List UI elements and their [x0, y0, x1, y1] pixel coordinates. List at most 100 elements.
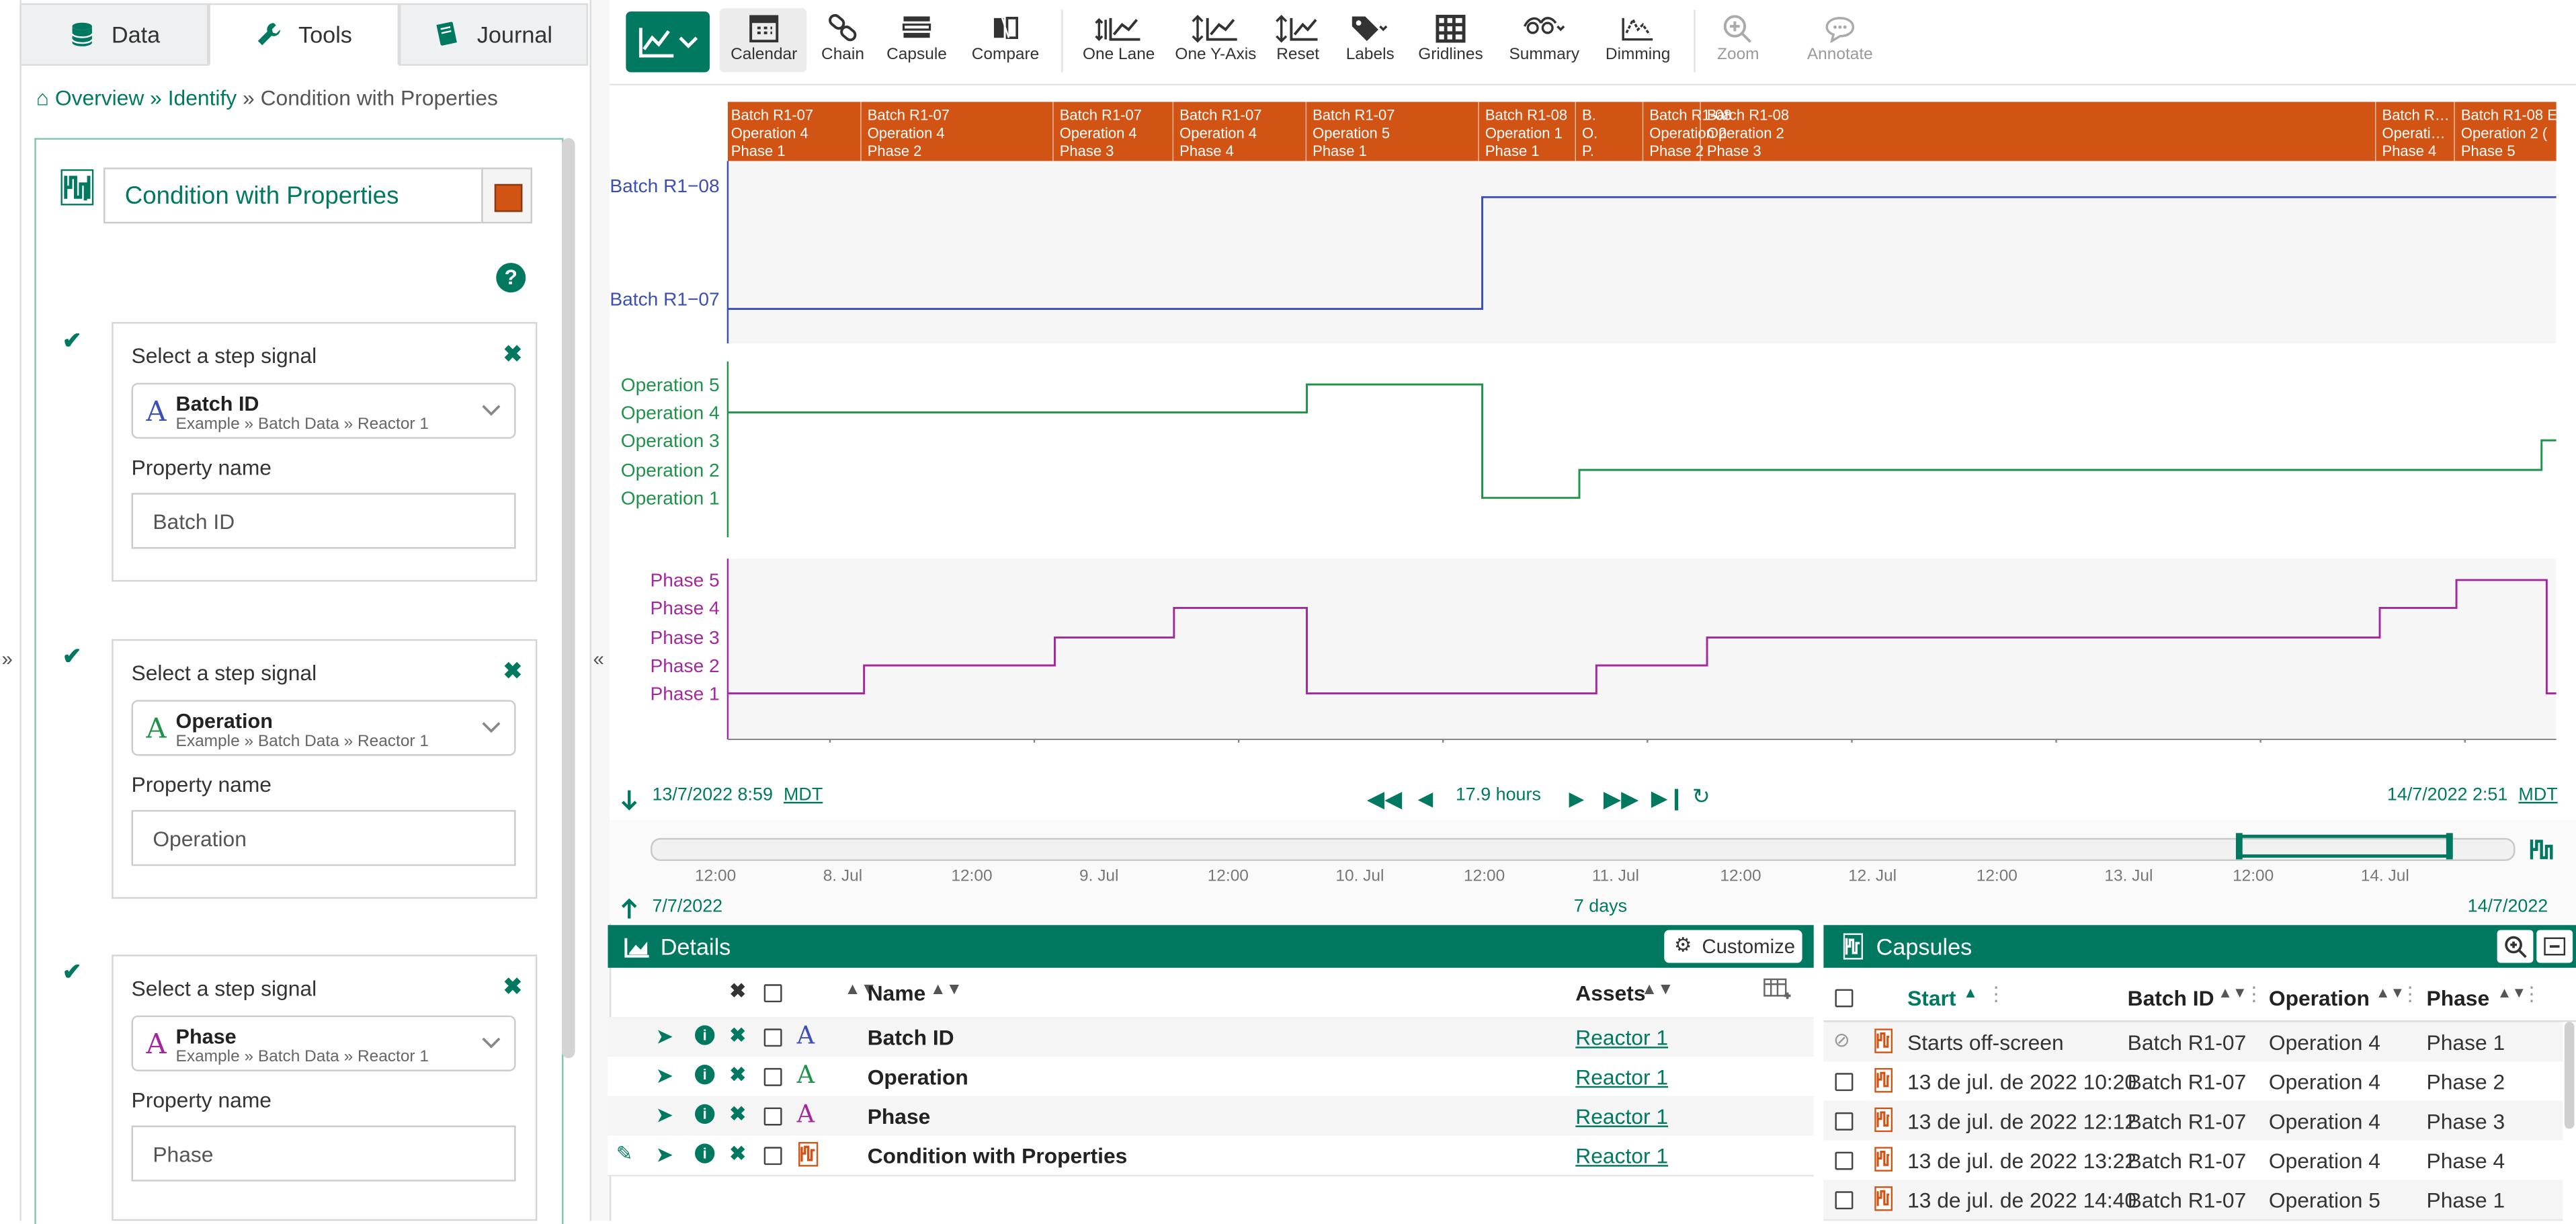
arrow-down-icon[interactable]: [620, 788, 639, 811]
capsule-lane-bg[interactable]: [727, 101, 2557, 161]
add-column-icon[interactable]: [1763, 977, 1792, 1000]
condition-icon[interactable]: [2528, 836, 2554, 862]
trend-chart[interactable]: Batch R1-07Operation 4Phase 1Batch R1-07…: [610, 85, 2576, 743]
tab-journal[interactable]: Journal: [399, 3, 589, 66]
zoom-to-capsules-button[interactable]: [2497, 930, 2534, 963]
name-column-header[interactable]: Name: [868, 981, 926, 1006]
rocket-icon[interactable]: ➤: [655, 1102, 673, 1129]
overview-handle-left[interactable]: [2235, 833, 2243, 860]
step2-remove-icon[interactable]: ✖: [503, 657, 523, 686]
display-duration[interactable]: 17.9 hours: [1456, 785, 1541, 805]
tool-name-input[interactable]: Condition with Properties: [103, 167, 483, 224]
asset-link[interactable]: Reactor 1: [1575, 1065, 1668, 1090]
asset-link[interactable]: Reactor 1: [1575, 1143, 1668, 1168]
capsule-row[interactable]: 13 de jul. de 2022 13:22 Batch R1-07 Opera…: [1823, 1140, 2563, 1182]
rocket-icon[interactable]: ➤: [655, 1024, 673, 1050]
column-menu-icon[interactable]: ⋮: [1986, 983, 2005, 1006]
summary-button[interactable]: Summary: [1505, 13, 1583, 64]
info-icon[interactable]: i: [695, 1065, 715, 1085]
investigate-range-start[interactable]: 7/7/2022: [652, 897, 722, 917]
step1-remove-icon[interactable]: ✖: [503, 340, 523, 368]
form-scrollbar[interactable]: [562, 138, 575, 1059]
remove-icon[interactable]: ✖: [729, 1102, 746, 1125]
row-checkbox[interactable]: [763, 1028, 782, 1047]
pencil-icon[interactable]: ✎: [616, 1142, 633, 1165]
info-icon[interactable]: i: [695, 1025, 715, 1045]
collapse-left-panel-handle[interactable]: »: [0, 0, 22, 1221]
select-all-checkbox[interactable]: [763, 984, 782, 1003]
column-menu-icon[interactable]: ⋮: [2244, 983, 2263, 1006]
dimming-button[interactable]: Dimming: [1600, 13, 1675, 64]
step2-signal-select[interactable]: A Operation Example » Batch Data » React…: [131, 700, 516, 756]
view-type-dropdown[interactable]: [626, 11, 710, 73]
sort-icon[interactable]: ▲▼: [2218, 984, 2247, 1000]
chain-button[interactable]: Chain: [808, 13, 878, 64]
capsule-button[interactable]: Capsule: [882, 13, 952, 64]
gridlines-button[interactable]: Gridlines: [1413, 13, 1488, 64]
labels-button[interactable]: Labels: [1341, 13, 1400, 64]
skip-to-now-icon[interactable]: ▶❙: [1651, 785, 1686, 811]
sort-icon[interactable]: ▲▼: [1641, 981, 1673, 999]
annotate-button[interactable]: Annotate: [1800, 13, 1879, 64]
timezone-link[interactable]: MDT: [2518, 785, 2557, 805]
calendar-button[interactable]: Calendar: [723, 13, 805, 64]
column-menu-icon[interactable]: ⋮: [2522, 983, 2541, 1006]
step1-property-input[interactable]: Batch ID: [131, 493, 516, 549]
row-checkbox[interactable]: [763, 1147, 782, 1166]
details-row[interactable]: ➤ i ✖ A Operation Reactor 1: [608, 1056, 1814, 1098]
rocket-icon[interactable]: ➤: [655, 1142, 673, 1168]
capsules-scrollbar[interactable]: [2564, 1022, 2575, 1129]
display-range-start[interactable]: 13/7/2022 8:59: [652, 785, 772, 805]
phase-column-header[interactable]: Phase: [2427, 986, 2490, 1011]
remove-icon[interactable]: ✖: [729, 1063, 746, 1086]
step-forward-full-icon[interactable]: ▶▶: [1604, 785, 1639, 813]
tab-data[interactable]: Data: [19, 3, 210, 66]
asset-link[interactable]: Reactor 1: [1575, 1025, 1668, 1050]
details-row[interactable]: ➤ i ✖ A Batch ID Reactor 1: [608, 1017, 1814, 1059]
refresh-icon[interactable]: ↻: [1692, 784, 1710, 810]
home-icon[interactable]: ⌂: [36, 85, 49, 110]
investigate-range-end[interactable]: 14/7/2022: [2468, 897, 2548, 917]
assets-column-header[interactable]: Assets: [1575, 981, 1645, 1006]
one-lane-button[interactable]: One Lane: [1078, 13, 1160, 64]
help-icon[interactable]: ?: [496, 263, 526, 293]
compare-button[interactable]: Compare: [968, 13, 1043, 64]
step3-signal-select[interactable]: A Phase Example » Batch Data » Reactor 1: [131, 1015, 516, 1071]
capsule-row[interactable]: 13 de jul. de 2022 12:12 Batch R1-07 Opera…: [1823, 1100, 2563, 1142]
row-checkbox[interactable]: [763, 1067, 782, 1086]
row-checkbox[interactable]: [1835, 1151, 1854, 1170]
step-back-icon[interactable]: ◀: [1418, 787, 1434, 810]
signal-line-operation[interactable]: [727, 383, 2557, 499]
sort-icon[interactable]: ▲▼: [930, 981, 962, 999]
sort-ascending-icon[interactable]: ▲: [1963, 984, 1978, 1000]
column-menu-icon[interactable]: ⋮: [2400, 983, 2419, 1006]
operation-column-header[interactable]: Operation: [2269, 986, 2370, 1011]
breadcrumb-identify[interactable]: Identify: [168, 85, 237, 110]
row-checkbox[interactable]: [1835, 1191, 1854, 1210]
zoom-button[interactable]: Zoom: [1710, 13, 1766, 64]
asset-link[interactable]: Reactor 1: [1575, 1104, 1668, 1129]
overview-selection-window[interactable]: [2235, 833, 2453, 860]
arrow-up-icon[interactable]: [620, 897, 639, 920]
info-icon[interactable]: i: [695, 1104, 715, 1125]
select-all-checkbox[interactable]: [1835, 989, 1854, 1008]
timezone-link[interactable]: MDT: [784, 785, 823, 805]
capsule-row[interactable]: ⊘ Starts off-screen Batch R1-07 Operation 4…: [1823, 1022, 2563, 1063]
overview-handle-right[interactable]: [2446, 833, 2453, 860]
color-picker-button[interactable]: [481, 167, 533, 224]
info-icon[interactable]: i: [695, 1143, 715, 1164]
investigate-duration[interactable]: 7 days: [1574, 897, 1627, 917]
collapse-capsules-button[interactable]: [2536, 930, 2573, 963]
customize-button[interactable]: ⚙ Customize: [1664, 930, 1802, 963]
row-checkbox[interactable]: [763, 1107, 782, 1126]
row-checkbox[interactable]: [1835, 1073, 1854, 1092]
step-back-full-icon[interactable]: ◀◀: [1367, 785, 1403, 813]
display-range-end[interactable]: 14/7/2022 2:51: [2387, 785, 2507, 805]
details-row[interactable]: ➤ i ✖ A Phase Reactor 1: [608, 1096, 1814, 1137]
remove-all-icon[interactable]: ✖: [729, 979, 746, 1002]
one-y-axis-button[interactable]: One Y-Axis: [1171, 13, 1260, 64]
step1-signal-select[interactable]: A Batch ID Example » Batch Data » Reacto…: [131, 382, 516, 439]
remove-icon[interactable]: ✖: [729, 1142, 746, 1165]
start-column-header[interactable]: Start: [1907, 986, 1956, 1011]
capsule-row[interactable]: 13 de jul. de 2022 14:40 Batch R1-07 Opera…: [1823, 1180, 2563, 1221]
